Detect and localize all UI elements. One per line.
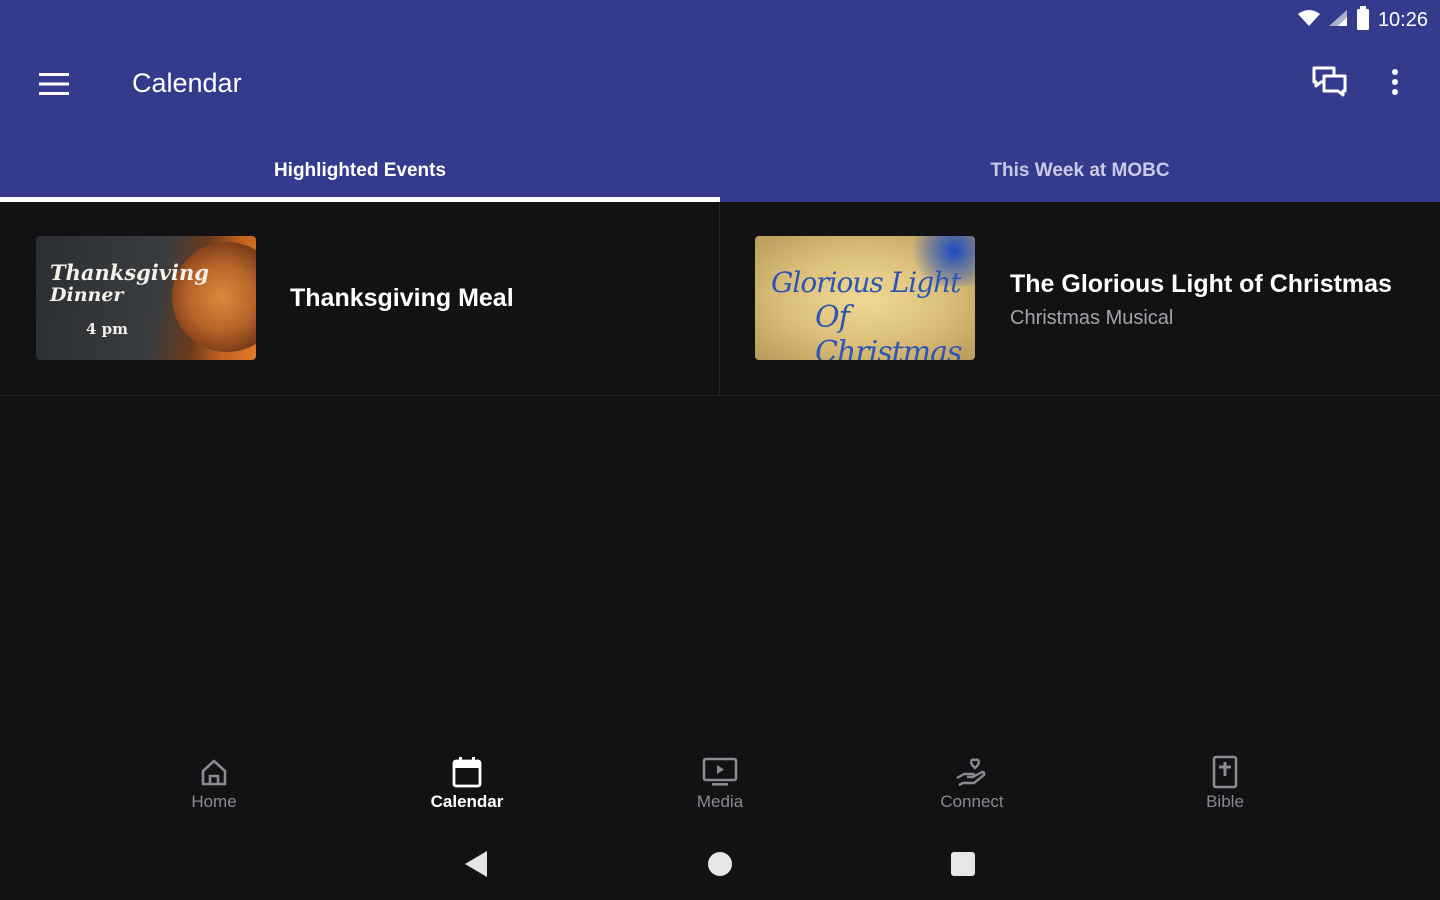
status-bar: 10:26: [1297, 5, 1428, 35]
back-button[interactable]: [456, 850, 496, 882]
nav-item-calendar[interactable]: Calendar: [407, 754, 527, 812]
wifi-icon: [1297, 9, 1320, 32]
event-subtitle: Christmas Musical: [1010, 307, 1174, 329]
tab-bar: Highlighted Events This Week at MOBC: [0, 140, 1440, 202]
app-bar: 10:26 Calendar Highlighted Events This W…: [0, 0, 1440, 202]
nav-item-media[interactable]: Media: [660, 754, 780, 812]
status-time: 10:26: [1377, 8, 1428, 31]
media-icon: [702, 754, 738, 790]
chat-button[interactable]: [1308, 64, 1352, 104]
menu-button[interactable]: [36, 68, 72, 104]
more-vert-icon: [1391, 68, 1399, 100]
back-icon: [463, 850, 489, 883]
recents-button[interactable]: [943, 850, 983, 882]
signal-icon: [1328, 9, 1348, 32]
home-icon: [196, 754, 232, 790]
system-navigation-bar: [0, 836, 1440, 896]
battery-icon: [1356, 5, 1370, 35]
bible-icon: [1207, 754, 1243, 790]
event-thumbnail: Thanksgiving Dinner 4 pm: [36, 236, 256, 360]
bottom-navigation: Home Calendar Media Connect Bible: [0, 740, 1440, 830]
event-title: Thanksgiving Meal: [290, 284, 514, 312]
recents-square-icon: [950, 851, 976, 882]
tab-label: This Week at MOBC: [990, 160, 1170, 181]
hamburger-menu-icon: [39, 72, 69, 100]
more-options-button[interactable]: [1380, 64, 1410, 104]
event-card-thanksgiving[interactable]: Thanksgiving Dinner 4 pm Thanksgiving Me…: [0, 202, 720, 396]
page-title: Calendar: [132, 68, 242, 98]
tab-highlighted-events[interactable]: Highlighted Events: [0, 140, 720, 202]
calendar-icon: [449, 754, 485, 790]
app-screen: 10:26 Calendar Highlighted Events This W…: [0, 0, 1440, 900]
chat-icon: [1312, 66, 1348, 103]
food-plate-image: [172, 242, 256, 352]
event-title: The Glorious Light of Christmas: [1010, 270, 1392, 298]
nav-item-home[interactable]: Home: [154, 754, 274, 812]
tab-label: Highlighted Events: [273, 160, 447, 181]
event-card-christmas[interactable]: Glorious Light Of Christmas The Glorious…: [720, 202, 1440, 396]
nav-item-connect[interactable]: Connect: [912, 754, 1032, 812]
home-system-button[interactable]: [700, 850, 740, 882]
nav-item-bible[interactable]: Bible: [1165, 754, 1285, 812]
tab-this-week[interactable]: This Week at MOBC: [720, 140, 1440, 202]
event-grid: Thanksgiving Dinner 4 pm Thanksgiving Me…: [0, 202, 1440, 396]
home-circle-icon: [707, 851, 733, 882]
event-thumbnail: Glorious Light Of Christmas: [755, 236, 975, 360]
connect-icon: [954, 754, 990, 790]
